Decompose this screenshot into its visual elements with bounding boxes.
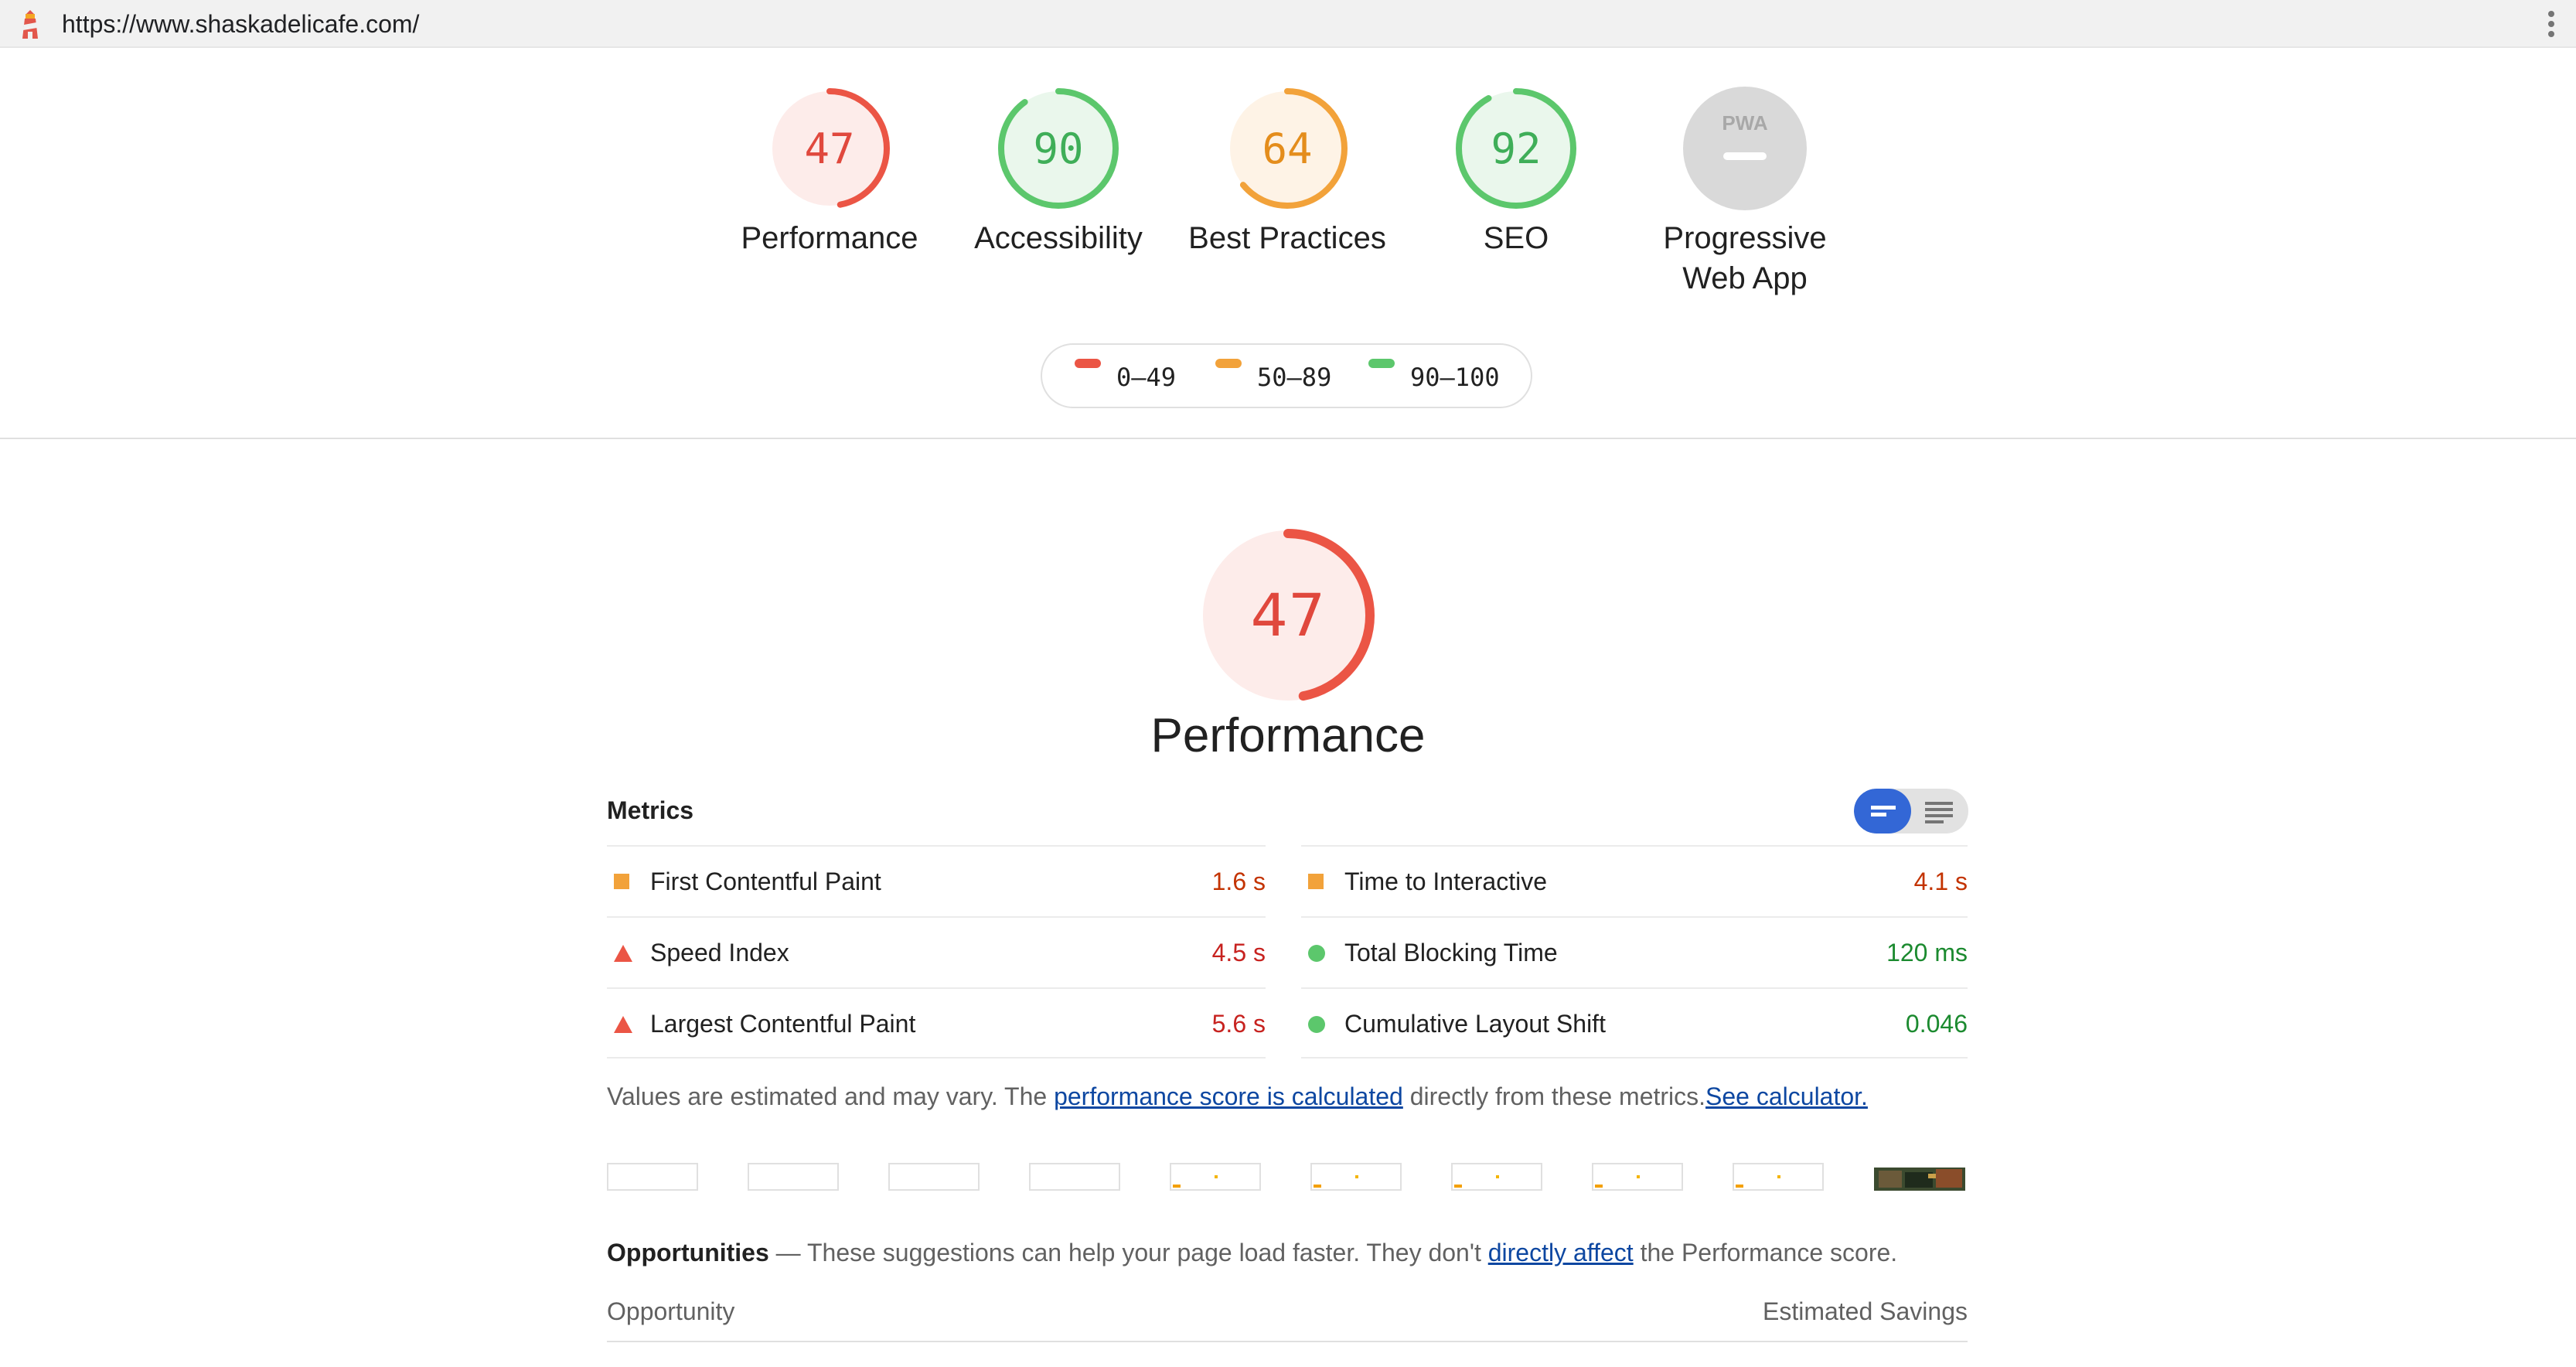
performance-main-gauge: 47 xyxy=(1183,510,1393,724)
metric-row: Largest Contentful Paint 5.6 s xyxy=(607,987,1266,1057)
score-calculated-link[interactable]: performance score is calculated xyxy=(1054,1082,1403,1110)
metric-row: First Contentful Paint 1.6 s xyxy=(607,845,1266,915)
metrics-left-bottom-border xyxy=(607,1057,1266,1058)
best-practices-score: 64 xyxy=(1262,124,1312,173)
performance-main-gauge-ring: 47 xyxy=(1201,529,1375,702)
best-practices-label: Best Practices xyxy=(1188,221,1386,255)
gauge-performance[interactable]: 47 Performance xyxy=(714,85,946,258)
metrics-disclaimer: Values are estimated and may vary. The p… xyxy=(607,1081,1868,1112)
seo-label: SEO xyxy=(1483,221,1549,255)
metric-name: Total Blocking Time xyxy=(1344,939,1558,966)
metric-row: Total Blocking Time 120 ms xyxy=(1301,916,1968,986)
metric-name: Largest Contentful Paint xyxy=(650,1010,916,1038)
average-square-icon xyxy=(614,874,629,889)
lighthouse-logo-icon xyxy=(22,10,38,39)
savings-column-header: Estimated Savings xyxy=(1762,1297,1968,1325)
pass-range-label: 90–100 xyxy=(1410,363,1500,392)
metric-value: 4.5 s xyxy=(1211,939,1266,966)
metric-name: Cumulative Layout Shift xyxy=(1344,1010,1606,1038)
opportunities-dash: — xyxy=(768,1239,807,1266)
gauge-seo[interactable]: 92 SEO xyxy=(1400,85,1632,258)
opportunities-suffix: the Performance score. xyxy=(1633,1239,1898,1266)
fail-triangle-icon xyxy=(614,1016,632,1033)
filmstrip-frame xyxy=(1451,1163,1542,1191)
filmstrip-frame xyxy=(1310,1163,1402,1191)
opportunities-header: Opportunities — These suggestions can he… xyxy=(607,1237,1897,1268)
metric-name: Time to Interactive xyxy=(1344,868,1548,895)
score-scale-legend: 0–49 50–89 90–100 xyxy=(1041,343,1532,408)
metric-value: 0.046 xyxy=(1905,1010,1968,1038)
metric-name: Speed Index xyxy=(650,939,789,966)
filmstrip-frame xyxy=(888,1163,980,1191)
more-options-icon[interactable] xyxy=(2547,11,2556,37)
fail-range-swatch xyxy=(1075,359,1101,368)
opportunities-title: Opportunities xyxy=(607,1239,769,1266)
seo-score: 92 xyxy=(1491,124,1541,173)
pass-circle-icon xyxy=(1308,945,1325,962)
filmstrip-frame xyxy=(1029,1163,1120,1191)
metric-value: 4.1 s xyxy=(1913,868,1968,895)
metrics-heading: Metrics xyxy=(607,796,694,824)
pwa-label: Progressive Web App xyxy=(1629,218,1861,298)
see-calculator-link[interactable]: See calculator. xyxy=(1705,1082,1868,1110)
filmstrip-final-frame xyxy=(1874,1163,1965,1191)
category-gauges: 47 Performance 90 Accessibility 64 Best … xyxy=(0,85,2576,317)
performance-main-score: 47 xyxy=(1251,581,1326,649)
pwa-icon-text: PWA xyxy=(1722,111,1767,135)
metrics-view-toggle[interactable] xyxy=(1854,789,1968,833)
pwa-label-line1: Progressive xyxy=(1663,221,1827,255)
filmstrip-frame xyxy=(1592,1163,1683,1191)
accessibility-score: 90 xyxy=(1033,124,1083,173)
filmstrip-frame xyxy=(1170,1163,1261,1191)
metric-name: First Contentful Paint xyxy=(650,868,881,895)
filmstrip-frame xyxy=(748,1163,839,1191)
seo-gauge-ring: 92 xyxy=(1456,88,1576,209)
metric-row: Speed Index 4.5 s xyxy=(607,916,1266,986)
metric-row: Cumulative Layout Shift 0.046 xyxy=(1301,987,1968,1057)
accessibility-gauge-ring: 90 xyxy=(998,88,1119,209)
opportunities-header-border xyxy=(607,1341,1968,1342)
accessibility-label: Accessibility xyxy=(974,221,1143,255)
average-square-icon xyxy=(1308,874,1324,889)
metric-row: Time to Interactive 4.1 s xyxy=(1301,845,1968,915)
disclaimer-text: Values are estimated and may vary. The xyxy=(607,1082,1055,1110)
section-divider xyxy=(0,438,2576,439)
report-topbar: https://www.shaskadelicafe.com/ xyxy=(0,0,2576,48)
performance-score: 47 xyxy=(804,124,854,173)
page-url: https://www.shaskadelicafe.com/ xyxy=(62,10,420,38)
opportunities-description: These suggestions can help your page loa… xyxy=(806,1239,1488,1266)
disclaimer-text-2: directly from these metrics. xyxy=(1402,1082,1706,1110)
pwa-badge-icon: PWA xyxy=(1683,87,1807,210)
average-range-label: 50–89 xyxy=(1257,363,1332,392)
pass-circle-icon xyxy=(1308,1016,1325,1033)
gauge-pwa[interactable]: PWA Progressive Web App xyxy=(1629,85,1861,298)
best-practices-gauge-ring: 64 xyxy=(1227,88,1348,209)
opportunity-column-header: Opportunity xyxy=(607,1297,735,1325)
compact-view-button[interactable] xyxy=(1854,789,1911,833)
metrics-right-bottom-border xyxy=(1301,1057,1968,1058)
filmstrip-frame xyxy=(607,1163,698,1191)
gauge-accessibility[interactable]: 90 Accessibility xyxy=(942,85,1174,258)
page-screenshot-image xyxy=(1874,1163,1965,1191)
directly-affect-link[interactable]: directly affect xyxy=(1488,1239,1634,1266)
average-range-swatch xyxy=(1215,359,1242,368)
pwa-label-line2: Web App xyxy=(1682,261,1808,295)
gauge-best-practices[interactable]: 64 Best Practices xyxy=(1171,85,1403,258)
performance-section-title: Performance xyxy=(1150,709,1426,762)
metric-value: 120 ms xyxy=(1886,939,1968,966)
metric-value: 5.6 s xyxy=(1211,1010,1266,1038)
filmstrip-frame xyxy=(1733,1163,1824,1191)
performance-label: Performance xyxy=(741,221,918,255)
fail-range-label: 0–49 xyxy=(1116,363,1177,392)
pass-range-swatch xyxy=(1368,359,1395,368)
fail-triangle-icon xyxy=(614,945,632,962)
performance-gauge-ring: 47 xyxy=(769,88,890,209)
metric-value: 1.6 s xyxy=(1211,868,1266,895)
